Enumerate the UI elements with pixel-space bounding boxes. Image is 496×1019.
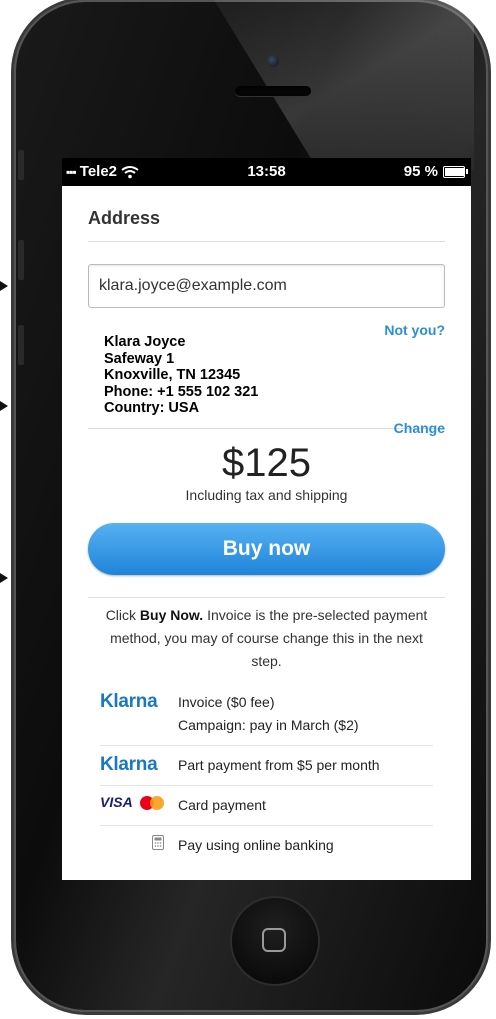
front-camera (267, 55, 279, 67)
info-bold: Buy Now. (139, 607, 204, 623)
order-total: $125 (222, 441, 311, 485)
phone-screen: ▪▪▪ Tele2 13:58 95 % Address klara.joyce… (62, 158, 471, 880)
battery-group: 95 % (403, 163, 468, 180)
page-title: Address (88, 186, 445, 242)
card-logo-cell: VISA (100, 794, 178, 812)
payment-option-part-payment[interactable]: Klarna Part payment from $5 per month (100, 746, 433, 786)
payment-info-panel: Click Buy Now. Invoice is the pre-select… (88, 597, 445, 865)
country-line: Country: USA (104, 400, 200, 416)
payment-info-text: Click Buy Now. Invoice is the pre-select… (88, 598, 445, 673)
part-payment-logo-cell: Klarna (100, 754, 178, 776)
mastercard-icon (140, 795, 165, 810)
email-field[interactable]: klara.joyce@example.com (88, 264, 445, 308)
buy-now-button[interactable]: Buy now (88, 523, 445, 575)
invoice-line-1: Invoice ($0 fee) (178, 694, 275, 710)
battery-fill (445, 167, 464, 176)
part-payment-text: Part payment from $5 per month (178, 757, 380, 773)
screen-glare (214, 0, 474, 170)
volume-up-button (18, 240, 24, 280)
change-address-link[interactable]: Change (394, 420, 445, 436)
card-payment-text: Card payment (178, 797, 266, 813)
bank-icon-cell (100, 834, 178, 852)
invoice-text: Invoice ($0 fee) Campaign: pay in March … (178, 691, 359, 737)
pointer-arrow-address (0, 401, 8, 411)
calculator-icon (152, 835, 164, 851)
city-line: Knoxville, TN 12345 (104, 367, 241, 383)
address-lines: Klara Joyce Safeway 1 Knoxville, TN 1234… (104, 334, 258, 417)
battery-percent: 95 % (403, 163, 438, 180)
klarna-logo: Klarna (100, 754, 158, 775)
earpiece-speaker (235, 86, 311, 96)
address-block: Klara Joyce Safeway 1 Knoxville, TN 1234… (88, 308, 445, 436)
klarna-logo: Klarna (100, 691, 158, 712)
home-button[interactable] (232, 898, 318, 984)
payment-option-card[interactable]: VISA Card payment (100, 786, 433, 826)
battery-icon (443, 165, 468, 178)
status-bar: ▪▪▪ Tele2 13:58 95 % (62, 158, 471, 186)
visa-logo: VISA (100, 794, 133, 810)
volume-down-button (18, 325, 24, 365)
home-square-icon (262, 928, 286, 952)
invoice-line-2: Campaign: pay in March ($2) (178, 717, 359, 733)
checkout-content: Address klara.joyce@example.com Klara Jo… (62, 186, 471, 865)
total-note: Including tax and shipping (185, 487, 348, 503)
invoice-logo-cell: Klarna (100, 691, 178, 713)
customer-name: Klara Joyce (104, 334, 186, 350)
street-line: Safeway 1 (104, 350, 175, 367)
mute-switch (18, 150, 24, 180)
payment-option-bank[interactable]: Pay using online banking (100, 826, 433, 865)
not-you-link[interactable]: Not you? (384, 322, 445, 338)
payment-option-invoice[interactable]: Klarna Invoice ($0 fee) Campaign: pay in… (100, 683, 433, 746)
pointer-arrow-email (0, 281, 8, 291)
info-prefix: Click (105, 607, 140, 623)
phone-line: Phone: +1 555 102 321 (104, 383, 259, 400)
online-banking-text: Pay using online banking (178, 837, 334, 853)
pointer-arrow-buy (0, 573, 8, 583)
